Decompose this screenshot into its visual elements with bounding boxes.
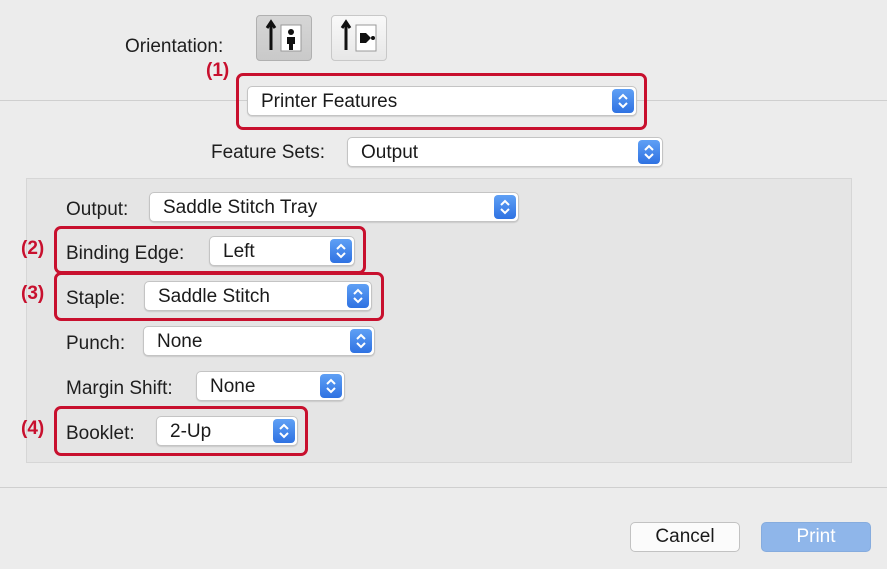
staple-popup[interactable]: Saddle Stitch — [144, 281, 372, 311]
landscape-icon — [340, 19, 377, 52]
booklet-label: Booklet: — [66, 423, 135, 444]
callout-3: (3) — [21, 283, 45, 304]
feature-sets-label: Feature Sets: — [211, 142, 326, 163]
callout-4: (4) — [21, 418, 45, 439]
margin-shift-stepper — [320, 374, 342, 398]
feature-sets-value: Output — [361, 142, 419, 163]
punch-value: None — [157, 331, 203, 352]
portrait-icon — [265, 19, 302, 52]
chevron-up-down-icon — [356, 333, 366, 349]
punch-label: Punch: — [66, 333, 126, 354]
margin-shift-popup[interactable]: None — [196, 371, 345, 401]
chevron-up-down-icon — [618, 93, 628, 109]
margin-shift-value: None — [210, 376, 256, 397]
bottom-divider — [0, 487, 887, 488]
booklet-value: 2-Up — [170, 421, 212, 442]
cancel-button[interactable]: Cancel — [630, 522, 740, 552]
chevron-up-down-icon — [353, 288, 363, 304]
callout-2: (2) — [21, 238, 45, 259]
margin-shift-label: Margin Shift: — [66, 378, 173, 399]
staple-label: Staple: — [66, 288, 126, 309]
output-label: Output: — [66, 199, 129, 220]
chevron-up-down-icon — [644, 144, 654, 160]
feature-sets-stepper — [638, 140, 660, 164]
booklet-popup[interactable]: 2-Up — [156, 416, 298, 446]
chevron-up-down-icon — [326, 378, 336, 394]
portrait-orientation-button[interactable] — [256, 15, 312, 61]
panel-select-stepper — [612, 89, 634, 113]
binding-edge-popup[interactable]: Left — [209, 236, 355, 266]
punch-popup[interactable]: None — [143, 326, 375, 356]
punch-stepper — [350, 329, 372, 353]
output-popup[interactable]: Saddle Stitch Tray — [149, 192, 519, 222]
chevron-up-down-icon — [336, 243, 346, 259]
booklet-stepper — [273, 419, 295, 443]
staple-value: Saddle Stitch — [158, 286, 270, 307]
output-value: Saddle Stitch Tray — [163, 197, 318, 218]
print-button[interactable]: Print — [761, 522, 871, 552]
binding-edge-value: Left — [223, 241, 255, 262]
panel-select-value: Printer Features — [261, 91, 398, 112]
binding-edge-label: Binding Edge: — [66, 243, 185, 264]
output-stepper — [494, 195, 516, 219]
staple-stepper — [347, 284, 369, 308]
chevron-up-down-icon — [500, 199, 510, 215]
callout-1: (1) — [206, 60, 230, 81]
chevron-up-down-icon — [279, 423, 289, 439]
landscape-orientation-button[interactable] — [331, 15, 387, 61]
orientation-label: Orientation: — [125, 36, 224, 57]
binding-edge-stepper — [330, 239, 352, 263]
panel-select-popup[interactable]: Printer Features — [247, 86, 637, 116]
feature-sets-popup[interactable]: Output — [347, 137, 663, 167]
